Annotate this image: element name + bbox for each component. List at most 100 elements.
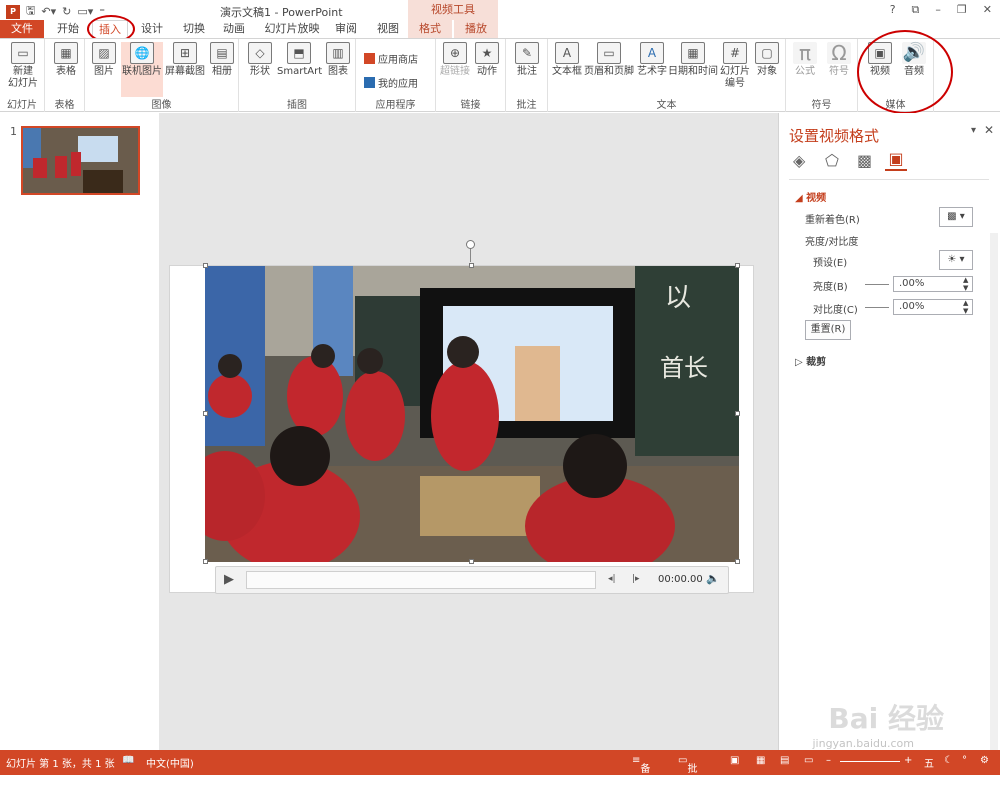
album-button[interactable]: ▤ 相册 [207,42,237,78]
present-icon[interactable]: ▭▾ [77,5,93,18]
resize-handle-bottom-right[interactable] [735,559,740,564]
restore-icon[interactable]: ❐ [957,3,967,17]
contrast-slider[interactable] [865,307,889,308]
zoom-in-icon[interactable]: + [904,755,912,766]
resize-handle-bottom-left[interactable] [203,559,208,564]
contrast-spinner-icon[interactable]: ▲ ▼ [963,299,968,315]
help-icon[interactable]: ? [890,3,896,17]
save-icon[interactable]: 🖫 [26,2,35,21]
video-format-tab-icon[interactable]: ▣ [885,149,907,171]
brightness-spinner-icon[interactable]: ▲ ▼ [963,276,968,292]
app-store-button[interactable]: 应用商店 [364,51,418,66]
header-footer-button[interactable]: ▭ 页眉和页脚 [584,42,634,78]
resize-handle-top-right[interactable] [735,263,740,268]
resize-handle-left[interactable] [203,411,208,416]
slide[interactable]: 以 首长 ▶ ◂| |▸ 00:00.00 🔈 [169,240,754,594]
tab-file[interactable]: 文件 [0,20,44,38]
resize-handle-bottom[interactable] [469,559,474,564]
datetime-button[interactable]: ▦ 日期和时间 [668,42,718,78]
pane-options-icon[interactable]: ▾ [971,125,976,136]
table-button[interactable]: ▦ 表格 [51,42,81,78]
pane-divider [789,179,989,180]
ime-settings-icon[interactable]: ⚙ [980,755,989,766]
ime-wu-icon[interactable]: 五 [924,755,934,770]
slide-thumbnail[interactable] [21,126,140,195]
ime-moon-icon[interactable]: ☾ [944,755,953,766]
tab-review[interactable]: 审阅 [328,20,364,38]
picture-button[interactable]: ▨ 图片 [89,42,119,78]
tab-transitions[interactable]: 切换 [176,20,212,38]
symbol-button[interactable]: Ω 符号 [824,42,854,78]
screenshot-button[interactable]: ⊞ 屏幕截图 [165,42,205,78]
normal-view-icon[interactable]: ▣ [730,755,739,766]
resize-handle-top[interactable] [469,263,474,268]
tab-format[interactable]: 格式 [408,20,452,38]
language-status[interactable]: 中文(中国) [146,755,194,770]
minimize-icon[interactable]: – [935,3,941,17]
tab-view[interactable]: 视图 [370,20,406,38]
step-forward-icon[interactable]: |▸ [632,574,640,584]
reading-view-icon[interactable]: ▤ [780,755,789,766]
contrast-input[interactable]: .00% [893,299,973,315]
video-timeline[interactable] [246,571,596,589]
resize-handle-top-left[interactable] [203,263,208,268]
slideshow-view-icon[interactable]: ▭ [804,755,813,766]
pane-scrollbar[interactable] [990,233,998,753]
baidu-watermark-url: jingyan.baidu.com [812,737,914,750]
chart-button[interactable]: ▥ 图表 [323,42,353,78]
comment-button[interactable]: ✎ 批注 [512,42,542,78]
new-slide-button[interactable]: ▭ 新建 幻灯片 [4,42,42,90]
section-video-header[interactable]: ◢ 视频 [795,189,826,204]
video-frame[interactable]: 以 首长 [205,266,739,562]
tab-design[interactable]: 设计 [134,20,170,38]
equation-button[interactable]: π 公式 [790,42,820,78]
step-back-icon[interactable]: ◂| [608,574,616,584]
brightness-label: 亮度(B) [813,282,848,293]
resize-handle-right[interactable] [735,411,740,416]
hyperlink-button[interactable]: ⊕ 超链接 [440,42,470,78]
brightness-input[interactable]: .00% [893,276,973,292]
tab-home[interactable]: 开始 [50,20,86,38]
smartart-button[interactable]: ⬒ SmartArt [277,42,322,78]
reset-button[interactable]: 重置(R) [805,320,851,340]
status-bar: 幻灯片 第 1 张，共 1 张 📖 中文(中国) ≡ 备注 ▭ 批注 ▣ ▦ ▤… [0,750,1000,790]
section-crop-header[interactable]: ▷ 裁剪 [795,353,826,368]
group-illustrations: ◇ 形状 ⬒ SmartArt ▥ 图表 插图 [239,39,356,112]
effects-pentagon-icon[interactable]: ⬠ [825,151,839,170]
recolor-dropdown[interactable]: ▩ ▾ [939,207,973,227]
online-picture-button[interactable]: 🌐 联机图片 [121,42,163,97]
notes-button[interactable]: ≡ 备注 [632,755,650,790]
chart-icon: ▥ [326,42,350,64]
action-button[interactable]: ★ 动作 [472,42,502,78]
slide-sorter-icon[interactable]: ▦ [756,755,765,766]
close-icon[interactable]: ✕ [983,3,992,17]
tab-animations[interactable]: 动画 [216,20,252,38]
wordart-button[interactable]: A 艺术字 [636,42,668,78]
presets-dropdown[interactable]: ☀ ▾ [939,250,973,270]
slide-number-button[interactable]: # 幻灯片 编号 [720,42,750,90]
ribbon-display-icon[interactable]: ⧉ [912,3,920,17]
shapes-button[interactable]: ◇ 形状 [245,42,275,78]
ime-dot-icon[interactable]: ° [962,755,967,766]
comments-button[interactable]: ▭ 批注 [678,755,697,790]
tab-playback[interactable]: 播放 [454,20,498,38]
object-button[interactable]: ▢ 对象 [752,42,782,78]
tab-slideshow[interactable]: 幻灯片放映 [262,20,322,38]
size-properties-icon[interactable]: ▩ [857,151,872,170]
redo-icon[interactable]: ↻ [62,5,71,18]
presets-label: 预设(E) [813,258,848,269]
pane-close-icon[interactable]: ✕ [984,123,994,137]
fill-line-icon[interactable]: ◈ [793,151,805,170]
ribbon-tabs: 文件 开始 插入 设计 切换 动画 幻灯片放映 审阅 视图 格式 播放 登录 [0,20,1000,57]
textbox-button[interactable]: A 文本框 [550,42,584,78]
spellcheck-icon[interactable]: 📖 [122,755,134,766]
zoom-slider[interactable] [840,761,900,762]
my-apps-button[interactable]: 我的应用 [364,75,418,90]
rotate-handle-icon[interactable] [466,240,475,249]
brightness-slider[interactable] [865,284,889,285]
zoom-out-icon[interactable]: – [826,755,831,766]
play-icon[interactable]: ▶ [224,572,234,587]
volume-icon[interactable]: 🔈 [706,572,720,585]
powerpoint-logo-icon: P [6,4,20,19]
undo-icon[interactable]: ↶▾ [41,5,56,18]
